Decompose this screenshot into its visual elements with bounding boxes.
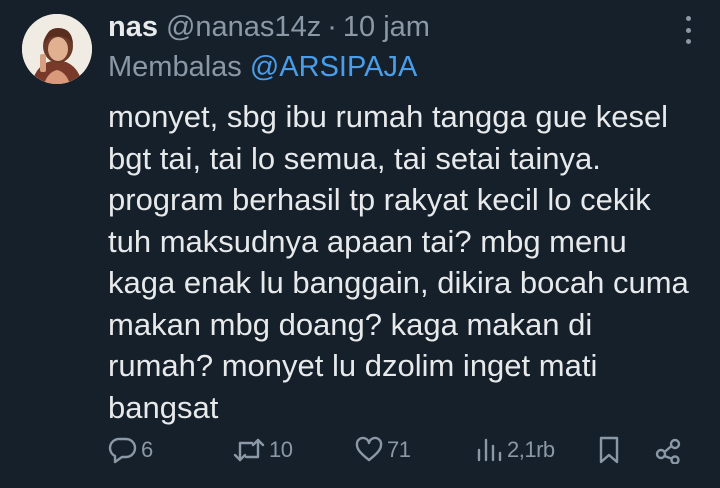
tweet-text-line: tuh maksudnya apaan tai? mbg menu [108,223,627,259]
repost-button[interactable]: 10 [232,432,293,468]
avatar[interactable] [22,14,92,84]
tweet-text-line: bgt tai, tai lo semua, tai setai tainya. [108,140,601,176]
tweet-text-line: monyet, sbg ibu rumah tangga gue kesel [108,99,669,134]
like-icon [355,436,383,462]
tweet-card[interactable]: nas @nanas14z · 10 jam Membalas @ARSIPAJ… [0,0,720,488]
action-bar: 6 10 71 2,1rb [108,432,698,468]
share-icon [655,438,681,464]
like-count: 71 [387,437,411,462]
repost-count: 10 [269,437,293,462]
user-handle[interactable]: @nanas14z [166,8,321,46]
more-dot [685,39,691,44]
avatar-image [22,14,92,84]
tweet-content: nas @nanas14z · 10 jam Membalas @ARSIPAJ… [108,8,698,428]
bookmark-button[interactable] [596,432,622,468]
repost-icon [233,438,265,462]
tweet-text-line: kaga enak lu banggain, dikira bocah cuma [108,265,689,300]
display-name[interactable]: nas [108,8,158,46]
separator-dot: · [327,11,337,43]
tweet-header: nas @nanas14z · 10 jam [108,8,698,46]
tweet-text-line: bangsat [108,389,219,425]
reply-count: 6 [141,437,153,462]
timestamp[interactable]: 10 jam [343,8,430,46]
reply-button[interactable]: 6 [108,432,153,468]
tweet-text-line: rumah? monyet lu dzolim inget mati [108,348,598,383]
bookmark-icon [599,436,619,464]
views-count: 2,1rb [507,437,555,462]
more-dot [685,16,691,21]
tweet-text: monyet, sbg ibu rumah tangga gue kesel b… [108,96,698,428]
more-dot [685,27,691,33]
like-button[interactable]: 71 [354,432,411,468]
tweet-text-line: program berhasil tp rakyat kecil lo ceki… [108,182,651,217]
reply-mention-link[interactable]: @ARSIPAJA [250,51,418,83]
views-icon [477,438,502,462]
tweet-text-line: makan mbg doang? kaga makan di [108,306,593,342]
share-button[interactable] [654,432,682,468]
more-icon[interactable] [680,16,696,44]
reply-icon [108,437,137,464]
reply-prefix: Membalas [108,51,242,83]
views-button[interactable]: 2,1rb [474,432,555,468]
reply-context: Membalas @ARSIPAJA [108,48,698,86]
